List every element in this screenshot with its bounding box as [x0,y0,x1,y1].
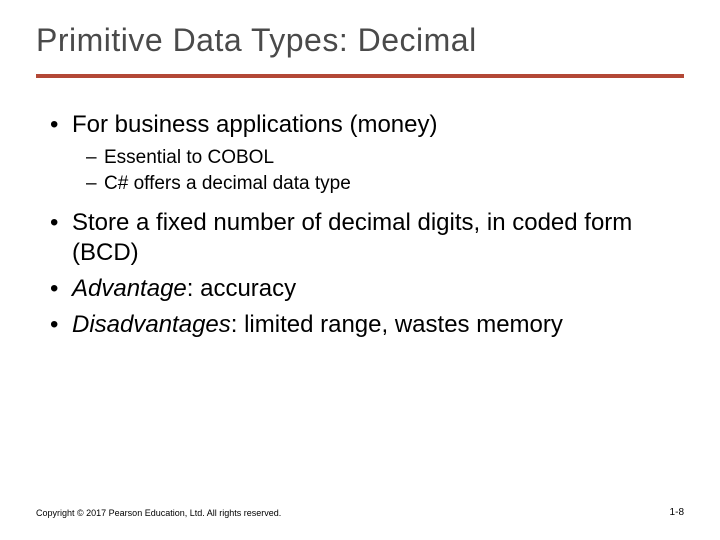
divider [36,74,684,78]
content-area: For business applications (money) Essent… [50,110,670,346]
bullet-level2: C# offers a decimal data type [50,172,670,196]
bullet-level1: For business applications (money) [50,110,670,140]
bullet-level1: Disadvantages: limited range, wastes mem… [50,310,670,340]
bullet-text: : limited range, wastes memory [231,311,563,338]
bullet-level1: Store a fixed number of decimal digits, … [50,208,670,268]
bullet-level2: Essential to COBOL [50,146,670,170]
bullet-level1: Advantage: accuracy [50,274,670,304]
slide: Primitive Data Types: Decimal For busine… [0,0,720,540]
bullet-text: Essential to COBOL [104,147,274,168]
page-number: 1-8 [670,507,684,518]
copyright-text: Copyright © 2017 Pearson Education, Ltd.… [36,508,281,518]
bullet-text: Store a fixed number of decimal digits, … [72,209,632,266]
bullet-text: For business applications (money) [72,111,438,138]
bullet-emphasis: Disadvantages [72,311,231,338]
bullet-text: : accuracy [187,275,296,302]
slide-title: Primitive Data Types: Decimal [36,22,477,59]
bullet-text: C# offers a decimal data type [104,173,351,194]
bullet-emphasis: Advantage [72,275,187,302]
